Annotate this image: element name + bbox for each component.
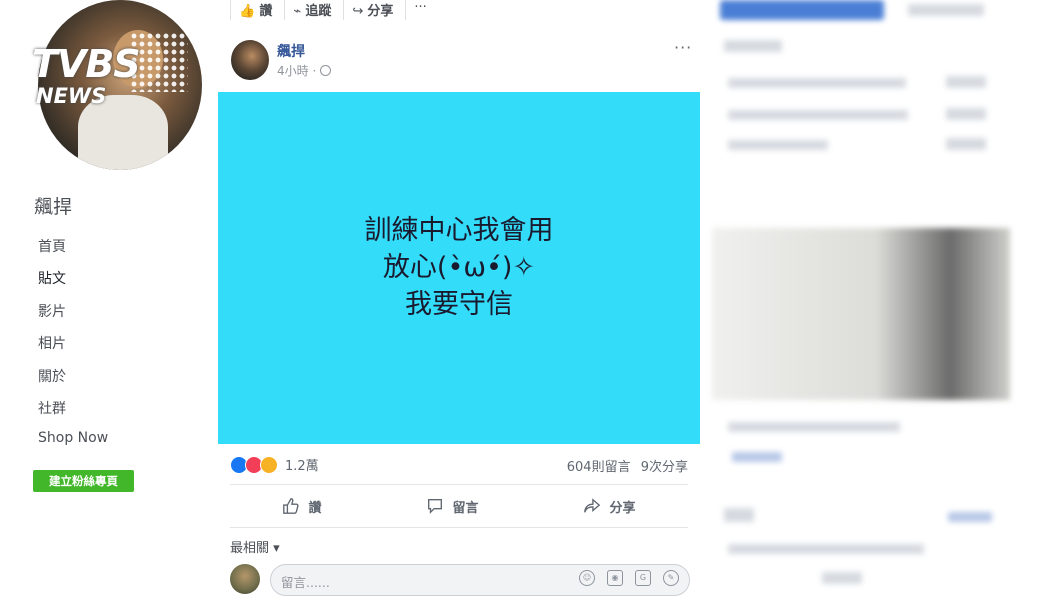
globe-icon [320, 65, 332, 76]
nav-item-shop[interactable]: Shop Now [38, 430, 108, 462]
top-more-button[interactable]: ··· [405, 0, 438, 20]
comment-tools: ☺ ◉ G ✎ [579, 570, 679, 586]
top-like-label: 讚 [259, 4, 273, 19]
blurred-text [728, 544, 924, 554]
top-follow-label: 追蹤 [305, 4, 332, 19]
post-time: 4小時 [277, 64, 309, 78]
post-timestamp[interactable]: 4小時 · [277, 62, 332, 79]
comment-label: 留言 [452, 500, 479, 516]
comment-button[interactable]: 留言 [426, 497, 479, 516]
blurred-text [948, 512, 992, 522]
image-line-1: 訓練中心我會用 [364, 215, 554, 246]
blurred-text [908, 4, 984, 16]
create-page-button[interactable]: 建立粉絲專頁 [33, 470, 134, 492]
comment-sort-dropdown[interactable]: 最相關 ▾ [230, 537, 280, 556]
blurred-text [728, 140, 828, 150]
nav-item-videos[interactable]: 影片 [38, 301, 108, 333]
page-nav: 首頁 貼文 影片 相片 關於 社群 Shop Now [38, 236, 108, 463]
nav-item-about[interactable]: 關於 [38, 366, 108, 398]
blurred-text [732, 452, 782, 462]
nav-item-home[interactable]: 首頁 [38, 236, 108, 268]
share-count[interactable]: 9次分享 [641, 460, 688, 475]
haha-reaction-icon [260, 455, 278, 474]
thumbs-up-icon [283, 498, 300, 514]
blurred-text [728, 422, 900, 432]
like-button[interactable]: 讚 [282, 497, 322, 516]
blurred-image [712, 228, 1010, 400]
blurred-button [720, 0, 884, 20]
blurred-text [946, 76, 986, 88]
nav-item-community[interactable]: 社群 [38, 398, 108, 430]
reaction-summary[interactable]: 1.2萬 [230, 455, 319, 474]
nav-item-photos[interactable]: 相片 [38, 333, 108, 365]
post-stats: 604則留言 9次分享 [567, 456, 688, 475]
page-name[interactable]: 飆捍 [34, 192, 72, 219]
post-image-text: 訓練中心我會用 放心(•̀ω•́)✧ 我要守信 [218, 212, 700, 323]
blurred-text [946, 108, 986, 120]
blurred-text [946, 138, 986, 150]
post-image[interactable]: 訓練中心我會用 放心(•̀ω•́)✧ 我要守信 [218, 92, 700, 444]
top-follow-button[interactable]: ⌁ 追蹤 [284, 0, 343, 20]
author-avatar[interactable] [231, 40, 269, 80]
image-line-3: 我要守信 [405, 289, 513, 320]
sticker-icon[interactable]: ✎ [663, 570, 679, 586]
share-button[interactable]: 分享 [583, 497, 636, 516]
top-like-button[interactable]: 👍 讚 [230, 0, 284, 20]
post-author[interactable]: 飆捍 [277, 41, 305, 61]
post-card: 👍 讚 ⌁ 追蹤 ↪ 分享 ··· 飆捍 4小時 · ··· 訓練中心我會用 放… [218, 0, 700, 596]
nav-item-posts[interactable]: 貼文 [38, 268, 108, 300]
like-label: 讚 [308, 500, 322, 516]
blurred-text [822, 572, 862, 584]
top-share-button[interactable]: ↪ 分享 [343, 0, 405, 20]
blurred-text [724, 40, 782, 52]
top-share-label: 分享 [367, 4, 394, 19]
blurred-text [728, 78, 906, 88]
reaction-count: 1.2萬 [285, 459, 319, 474]
blurred-text [728, 110, 908, 120]
comment-count[interactable]: 604則留言 [567, 460, 631, 475]
image-line-2: 放心(•̀ω•́)✧ [382, 252, 536, 283]
post-actions: 讚 留言 分享 [230, 484, 688, 528]
comment-input[interactable]: 留言...... ☺ ◉ G ✎ [270, 564, 690, 596]
camera-icon[interactable]: ◉ [607, 570, 623, 586]
share-icon [584, 498, 601, 513]
comment-placeholder: 留言...... [281, 575, 330, 590]
comment-icon [428, 499, 443, 514]
blurred-text [724, 508, 754, 522]
commenter-avatar [230, 564, 260, 594]
page-action-bar: 👍 讚 ⌁ 追蹤 ↪ 分享 ··· [230, 0, 439, 20]
tvbs-logo-main: TVBS [32, 42, 141, 86]
post-options-button[interactable]: ··· [674, 38, 692, 57]
right-sidebar-blurred [712, 0, 1060, 596]
gif-icon[interactable]: G [635, 570, 651, 586]
tvbs-logo-sub: NEWS [36, 84, 107, 108]
emoji-icon[interactable]: ☺ [579, 570, 595, 586]
share-label: 分享 [609, 500, 636, 516]
tvbs-logo: TVBS NEWS [30, 32, 190, 112]
